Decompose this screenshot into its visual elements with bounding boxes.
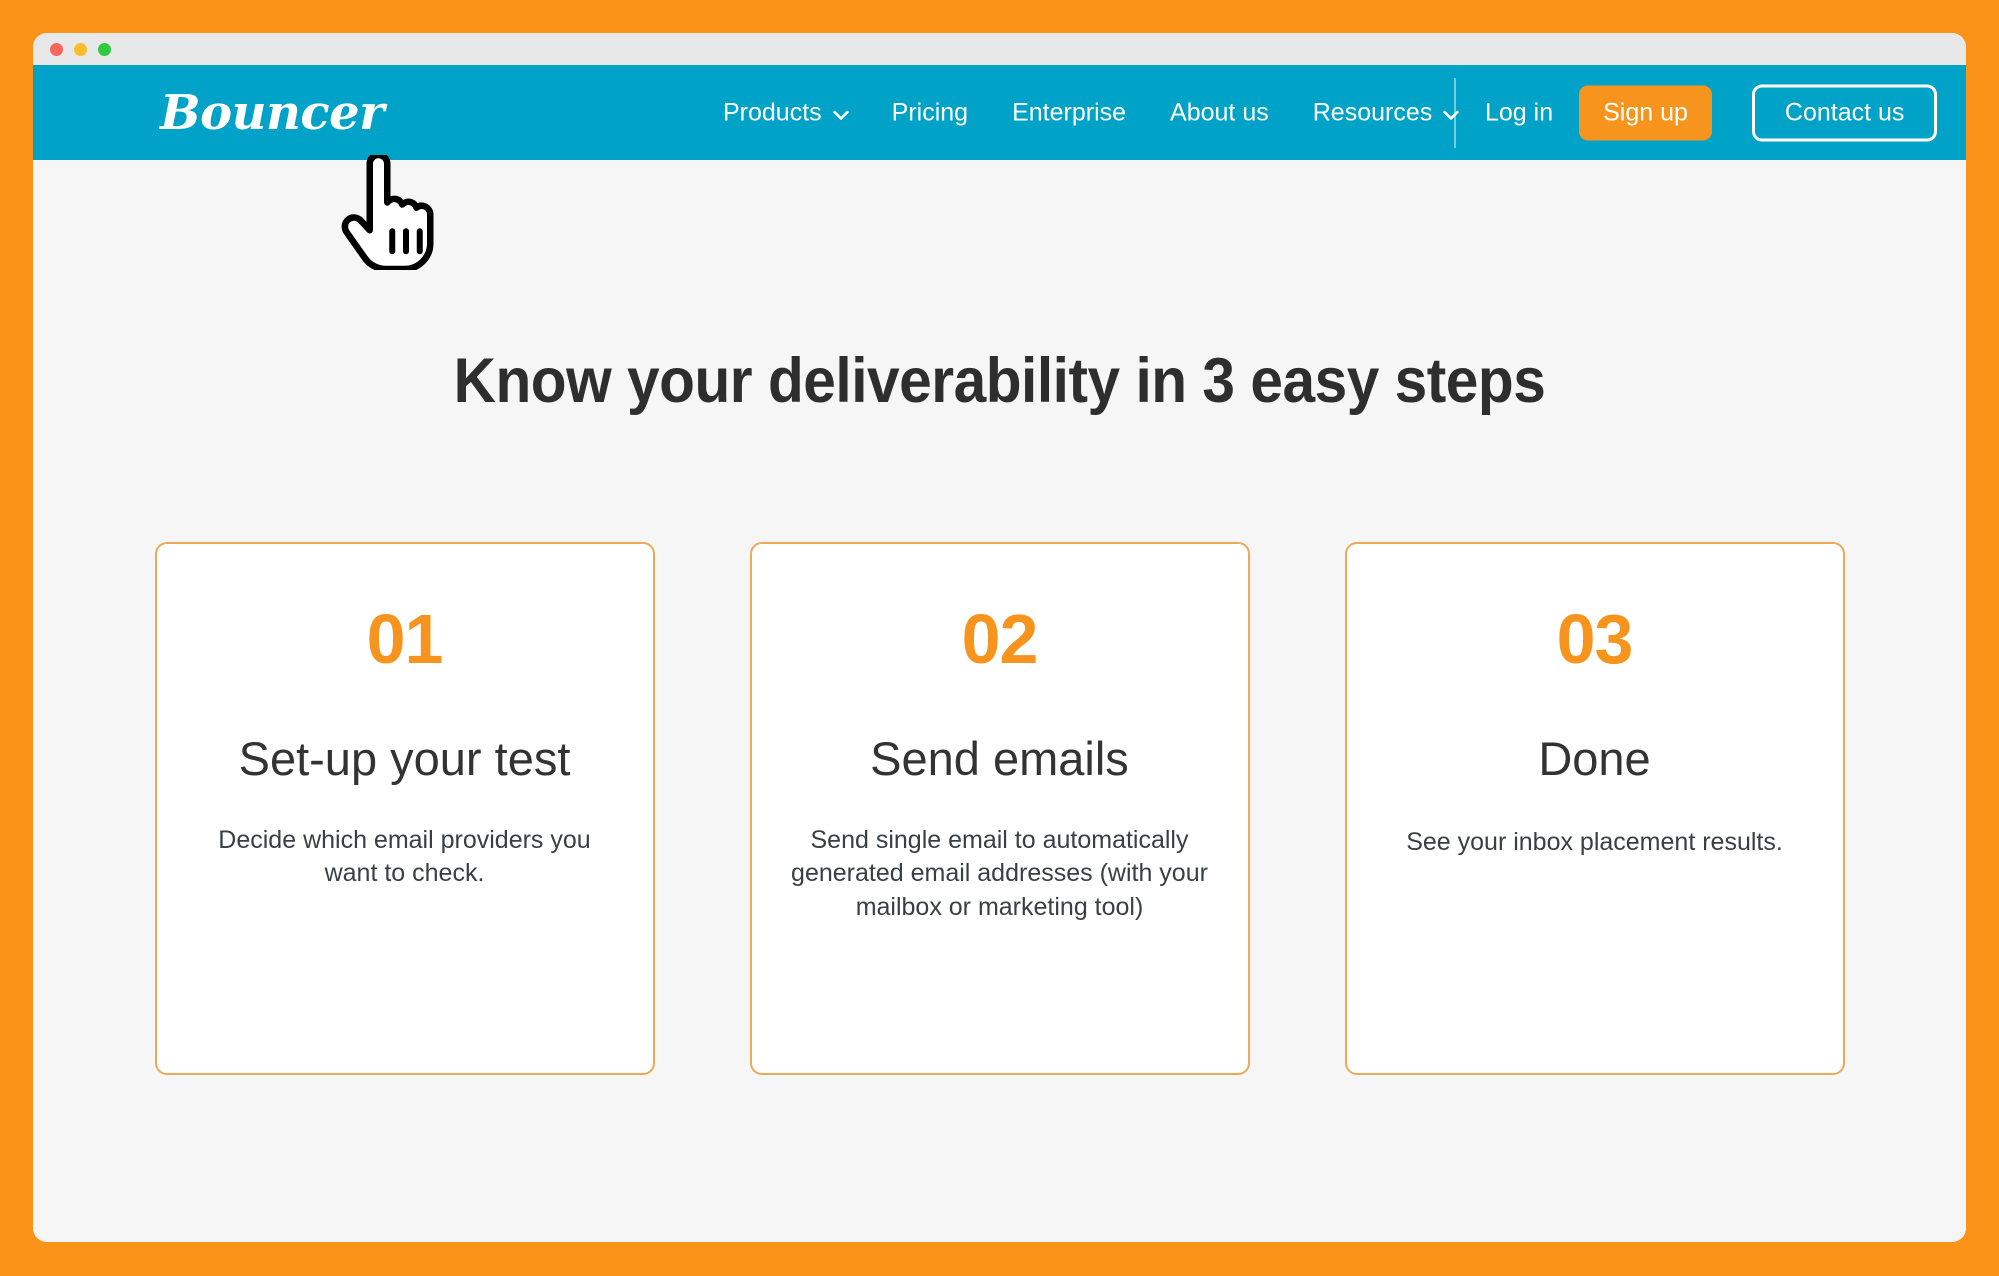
- minimize-window-icon[interactable]: [74, 42, 87, 56]
- nav-item-products-label: Products: [723, 98, 822, 126]
- maximize-window-icon[interactable]: [98, 42, 111, 56]
- page-content: Know your deliverability in 3 easy steps…: [33, 345, 1966, 1242]
- step-number: 03: [1556, 600, 1634, 678]
- brand-logo[interactable]: Bouncer: [160, 89, 384, 137]
- step-description: See your inbox placement results.: [1406, 827, 1783, 856]
- step-title: Set-up your test: [238, 732, 571, 785]
- nav-item-pricing[interactable]: Pricing: [892, 92, 968, 133]
- site-header: Bouncer Products Pricing Enterprise Abou…: [33, 65, 1966, 160]
- step-number: 01: [366, 600, 444, 678]
- step-number: 02: [961, 600, 1039, 678]
- nav-divider: [1454, 77, 1456, 148]
- browser-window: Bouncer Products Pricing Enterprise Abou…: [33, 33, 1966, 1242]
- step-title: Send emails: [870, 732, 1129, 785]
- contact-us-button[interactable]: Contact us: [1751, 84, 1938, 141]
- step-description: Decide which email providers you want to…: [218, 825, 591, 888]
- page-title: Know your deliverability in 3 easy steps: [453, 346, 1546, 416]
- close-window-icon[interactable]: [50, 42, 63, 56]
- nav-actions: Log in Sign up Contact us: [1485, 84, 1938, 141]
- step-card-3: 03 Done See your inbox placement results…: [1344, 542, 1845, 1075]
- nav-item-about-us[interactable]: About us: [1170, 92, 1269, 133]
- nav-item-enterprise[interactable]: Enterprise: [1012, 92, 1126, 133]
- login-link[interactable]: Log in: [1485, 98, 1553, 127]
- steps-row: 01 Set-up your test Decide which email p…: [33, 542, 1966, 1075]
- step-card-2: 02 Send emails Send single email to auto…: [749, 542, 1250, 1075]
- step-description: Send single email to automatically gener…: [791, 825, 1208, 922]
- nav-item-pricing-label: Pricing: [891, 98, 969, 126]
- main-navigation: Products Pricing Enterprise About us Res…: [723, 92, 1459, 133]
- nav-item-enterprise-label: Enterprise: [1012, 98, 1127, 126]
- nav-item-products[interactable]: Products: [723, 92, 849, 133]
- step-title: Done: [1538, 732, 1651, 785]
- signup-button[interactable]: Sign up: [1579, 85, 1712, 140]
- nav-item-resources-label: Resources: [1312, 98, 1433, 126]
- nav-item-resources[interactable]: Resources: [1313, 92, 1459, 133]
- nav-item-about-us-label: About us: [1170, 98, 1269, 126]
- step-card-1: 01 Set-up your test Decide which email p…: [154, 542, 655, 1075]
- browser-titlebar: [33, 33, 1966, 65]
- chevron-down-icon: [832, 110, 849, 120]
- pointing-hand-cursor: [336, 151, 446, 273]
